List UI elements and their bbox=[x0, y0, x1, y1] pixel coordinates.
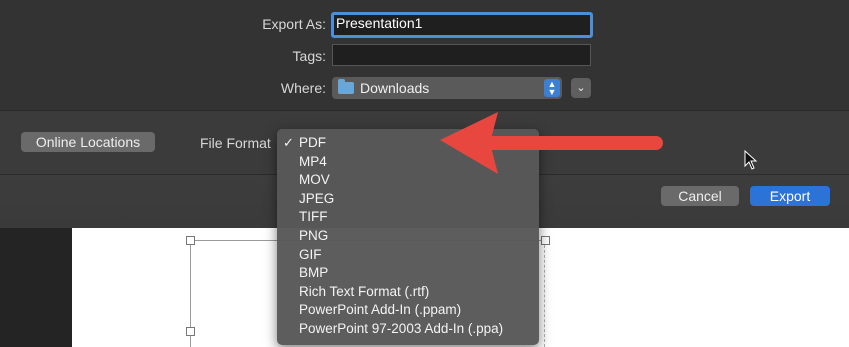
chevron-down-icon: ⌄ bbox=[576, 82, 586, 94]
mouse-cursor-icon bbox=[744, 150, 758, 170]
menu-item-png[interactable]: PNG bbox=[277, 227, 539, 246]
menu-item-label: PDF bbox=[299, 135, 326, 150]
menu-item-ppam[interactable]: PowerPoint Add-In (.ppam) bbox=[277, 301, 539, 320]
export-as-label: Export As: bbox=[262, 16, 326, 32]
menu-item-label: MOV bbox=[299, 172, 330, 188]
menu-item-label: Rich Text Format (.rtf) bbox=[299, 283, 430, 299]
export-button[interactable]: Export bbox=[750, 186, 830, 206]
menu-item-label: JPEG bbox=[299, 190, 335, 206]
file-format-label: File Format bbox=[200, 135, 271, 151]
slide-thumbnail-pane bbox=[0, 228, 72, 347]
annotation-arrow-icon bbox=[440, 112, 663, 174]
menu-item-label: MP4 bbox=[299, 153, 327, 169]
tags-field[interactable] bbox=[332, 44, 591, 66]
menu-item-label: GIF bbox=[299, 246, 322, 262]
menu-item-tiff[interactable]: TIFF bbox=[277, 208, 539, 227]
menu-item-label: PNG bbox=[299, 228, 329, 243]
menu-item-label: BMP bbox=[299, 265, 329, 281]
checkmark-icon: ✓ bbox=[283, 135, 294, 150]
menu-item-label: PowerPoint 97-2003 Add-In (.ppa) bbox=[299, 321, 504, 336]
expand-button[interactable]: ⌄ bbox=[571, 78, 591, 98]
menu-item-rtf[interactable]: Rich Text Format (.rtf) bbox=[277, 283, 539, 302]
resize-handle[interactable] bbox=[541, 236, 550, 245]
where-value: Downloads bbox=[360, 80, 430, 96]
where-label: Where: bbox=[280, 80, 326, 96]
where-select[interactable]: Downloads ▲ ▼ bbox=[332, 77, 562, 99]
tags-label: Tags: bbox=[292, 48, 326, 64]
folder-icon bbox=[338, 79, 354, 94]
updown-chevron-icon: ▲ ▼ bbox=[544, 79, 560, 97]
menu-item-bmp[interactable]: BMP bbox=[277, 264, 539, 283]
menu-item-label: PowerPoint Add-In (.ppam) bbox=[299, 302, 462, 318]
menu-item-jpeg[interactable]: JPEG bbox=[277, 190, 539, 209]
resize-handle[interactable] bbox=[186, 327, 195, 336]
alignment-guide bbox=[544, 240, 545, 347]
export-as-field[interactable]: Presentation1 bbox=[331, 12, 593, 38]
menu-item-gif[interactable]: GIF bbox=[277, 246, 539, 265]
cancel-button[interactable]: Cancel bbox=[661, 186, 739, 206]
menu-item-ppa[interactable]: PowerPoint 97-2003 Add-In (.ppa) bbox=[277, 320, 539, 339]
online-locations-button[interactable]: Online Locations bbox=[21, 132, 155, 152]
menu-item-label: TIFF bbox=[299, 209, 328, 225]
resize-handle[interactable] bbox=[186, 236, 195, 245]
